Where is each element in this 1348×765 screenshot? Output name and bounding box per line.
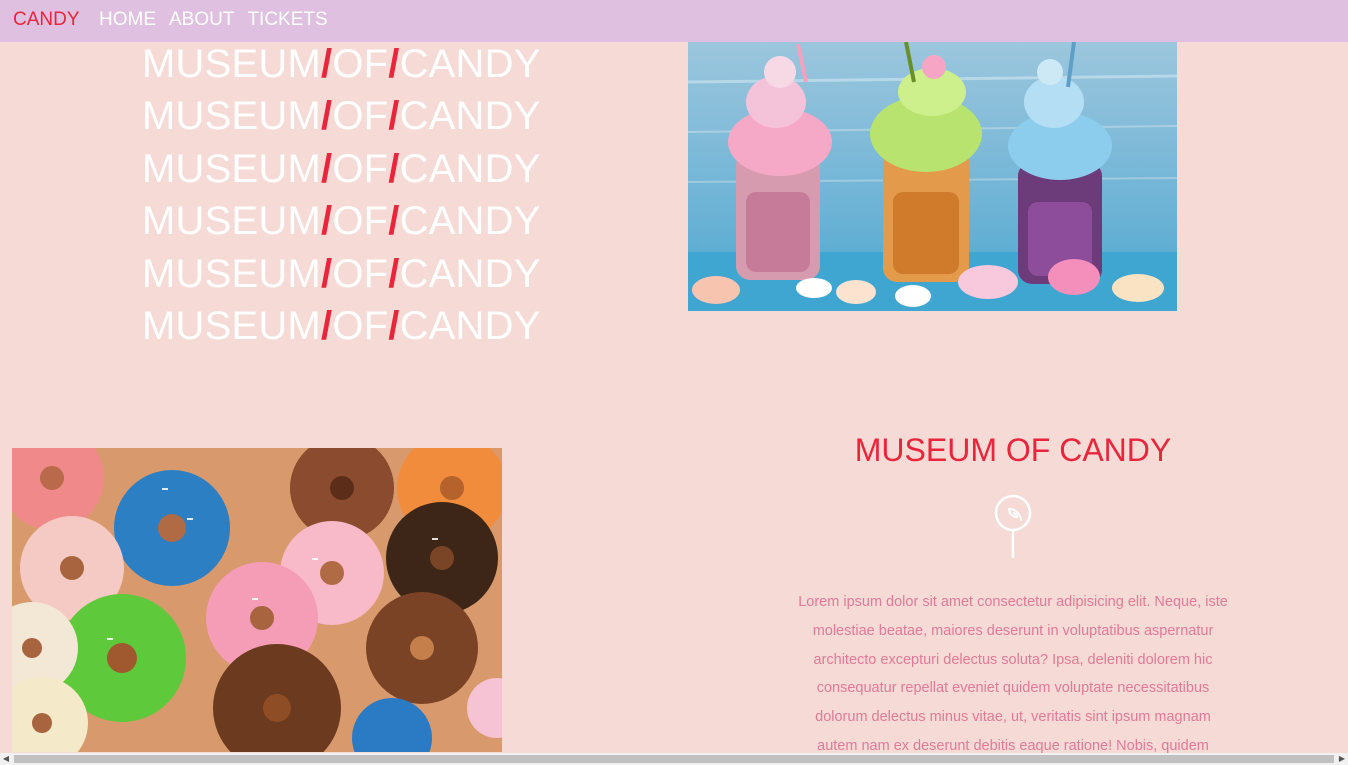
- hero-title-line: MUSEUM/OF/CANDY: [142, 38, 541, 90]
- title-slash: /: [320, 42, 333, 86]
- title-word-museum: MUSEUM: [142, 42, 321, 86]
- title-slash: /: [388, 42, 400, 86]
- museum-info-section: MUSEUM OF CANDY Lorem ipsum dolor sit am…: [780, 430, 1246, 761]
- scroll-left-arrow-icon[interactable]: ◀: [0, 753, 12, 765]
- title-word-museum: MUSEUM: [142, 146, 321, 191]
- scroll-right-arrow-icon[interactable]: ▶: [1336, 753, 1348, 765]
- title-word-of: OF: [332, 199, 389, 244]
- title-word-candy: CANDY: [399, 146, 541, 191]
- title-word-museum: MUSEUM: [142, 304, 321, 349]
- hero-title-line: MUSEUM/OF/CANDY: [142, 300, 541, 352]
- section-heading: MUSEUM OF CANDY: [854, 432, 1172, 468]
- title-slash: /: [388, 146, 400, 191]
- title-slash: /: [320, 251, 333, 296]
- title-word-of: OF: [332, 251, 389, 296]
- title-slash: /: [320, 146, 333, 191]
- title-word-of: OF: [332, 42, 389, 86]
- title-slash: /: [320, 199, 333, 244]
- title-word-candy: CANDY: [399, 304, 541, 349]
- scrollbar-thumb[interactable]: [14, 755, 1334, 763]
- title-word-museum: MUSEUM: [142, 251, 321, 296]
- title-slash: /: [388, 94, 400, 139]
- title-slash: /: [320, 304, 333, 349]
- nav-links: HOME ABOUT TICKETS: [99, 9, 328, 31]
- title-slash: /: [388, 199, 400, 244]
- title-slash: /: [320, 94, 333, 139]
- milkshakes-photo: [688, 42, 1177, 311]
- nav-link-about[interactable]: ABOUT: [169, 9, 234, 31]
- title-word-museum: MUSEUM: [142, 94, 321, 139]
- title-word-of: OF: [332, 304, 389, 349]
- title-word-candy: CANDY: [399, 251, 541, 296]
- title-slash: /: [388, 251, 400, 296]
- hero-title-line: MUSEUM/OF/CANDY: [142, 195, 541, 247]
- info-paragraph: Lorem ipsum dolor sit amet consectetur a…: [798, 594, 1228, 754]
- donuts-photo: [12, 448, 502, 752]
- title-word-of: OF: [332, 146, 389, 191]
- lollipop-icon: [994, 494, 1032, 558]
- title-word-candy: CANDY: [399, 42, 541, 86]
- title-word-candy: CANDY: [399, 94, 541, 139]
- hero-title-line: MUSEUM/OF/CANDY: [142, 248, 541, 300]
- title-slash: /: [388, 304, 400, 349]
- horizontal-scrollbar[interactable]: ◀ ▶: [0, 753, 1348, 765]
- top-navigation-bar: CANDY HOME ABOUT TICKETS: [0, 0, 1348, 42]
- title-word-museum: MUSEUM: [142, 199, 321, 244]
- hero-title-stack: MUSEUM/OF/CANDY MUSEUM/OF/CANDY MUSEUM/O…: [142, 38, 541, 352]
- title-word-of: OF: [332, 94, 389, 139]
- hero-title-line: MUSEUM/OF/CANDY: [142, 90, 541, 142]
- hero-title-line: MUSEUM/OF/CANDY: [142, 143, 541, 195]
- brand-link[interactable]: CANDY: [13, 9, 80, 31]
- nav-link-tickets[interactable]: TICKETS: [247, 9, 327, 31]
- title-word-candy: CANDY: [399, 199, 541, 244]
- nav-link-home[interactable]: HOME: [99, 9, 156, 31]
